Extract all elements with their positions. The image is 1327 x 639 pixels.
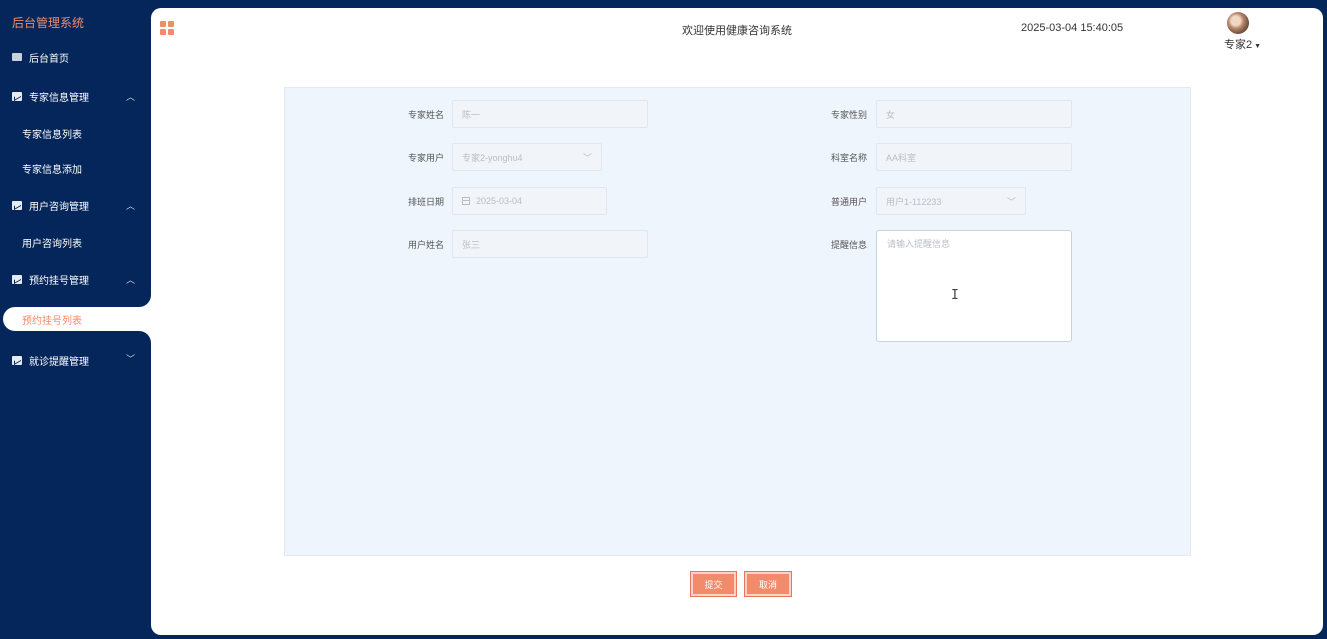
expert-name-value: 陈一 [462,109,481,120]
dept-label: 科室名称 [830,153,867,163]
sub-item-expert-add[interactable]: 专家信息添加 [0,157,151,179]
menu-item-label: 用户咨询管理 [29,201,89,213]
chart-icon [12,91,22,101]
cancel-button[interactable]: 取消 [744,571,792,597]
user-select[interactable]: 用户1-112233 ﹀ [876,187,1026,215]
chevron-up-icon: ︿ [125,275,135,285]
menu-item-home[interactable]: 后台首页 [0,46,151,68]
user-name: 专家2 [1224,39,1253,51]
menu-item-consult[interactable]: 用户咨询管理 ︿ [0,194,151,216]
user-menu[interactable]: 专家2 ▼ [1224,36,1261,52]
user-label: 普通用户 [830,197,867,207]
date-picker[interactable]: 2025-03-04 [452,187,607,215]
dept-field[interactable]: AA科室 [876,143,1072,171]
header-time: 2025-03-04 15:40:05 [1021,22,1124,34]
expert-gender-label: 专家性别 [830,110,867,120]
brand-title: 后台管理系统 [12,16,85,30]
expert-user-value: 专家2-yonghu4 [462,152,523,163]
chart-icon [12,355,22,365]
submit-button[interactable]: 提交 [690,571,737,597]
chart-icon [12,200,22,210]
sub-item-expert-list[interactable]: 专家信息列表 [0,122,151,144]
chevron-down-icon: ﹀ [1006,197,1016,207]
sidebar: 后台管理系统 后台首页 专家信息管理 ︿ 专家信息列表 专家信息添加 用户咨询管… [0,0,151,639]
menu-grid-icon[interactable] [160,21,175,36]
date-label: 排班日期 [407,197,444,207]
menu-item-label: 专家信息管理 [29,92,89,104]
chart-icon [12,274,22,284]
chevron-up-icon: ︿ [125,92,135,102]
form-area: 专家姓名 陈一 专家性别 女 专家用户 专家2-yonghu4 ﹀ 科室名称 A… [284,87,1191,556]
date-value: 2025-03-04 [476,196,523,206]
expert-gender-value: 女 [886,109,896,120]
menu-item-expert-info[interactable]: 专家信息管理 ︿ [0,85,151,107]
user-name-label: 用户姓名 [407,240,444,250]
sub-item-appoint-list[interactable]: 预约挂号列表 [3,307,151,331]
remind-label: 提醒信息 [830,240,867,250]
chevron-up-icon: ︿ [125,201,135,211]
avatar[interactable] [1227,12,1249,34]
dept-value: AA科室 [886,152,917,163]
expert-user-select[interactable]: 专家2-yonghu4 ﹀ [452,143,602,171]
sub-item-consult-list[interactable]: 用户咨询列表 [0,231,151,253]
menu-item-label: 预约挂号管理 [29,275,89,287]
expert-user-label: 专家用户 [407,153,444,163]
caret-down-icon: ▼ [1254,43,1262,50]
chevron-down-icon: ﹀ [582,153,592,163]
expert-gender-field[interactable]: 女 [876,100,1072,128]
calendar-icon [462,197,470,205]
menu-item-remind[interactable]: 就诊提醒管理 ﹀ [0,349,151,371]
main-panel: 欢迎使用健康咨询系统 2025-03-04 15:40:05 专家2 ▼ 专家姓名… [151,8,1323,635]
text-cursor-icon: I [951,288,959,303]
menu-item-appoint[interactable]: 预约挂号管理 ︿ [0,268,151,290]
user-name-value: 张三 [462,239,481,250]
chevron-down-icon: ﹀ [125,354,135,364]
remind-placeholder: 请输入提醒信息 [887,239,951,249]
expert-name-field[interactable]: 陈一 [452,100,648,128]
remind-textarea[interactable]: 请输入提醒信息 [876,230,1072,342]
monitor-icon [12,53,22,61]
user-name-field[interactable]: 张三 [452,230,648,258]
header-title: 欢迎使用健康咨询系统 [682,25,792,37]
menu-item-label: 就诊提醒管理 [29,356,89,368]
active-curve-bottom [139,331,151,343]
active-curve-top [139,295,151,307]
expert-name-label: 专家姓名 [407,110,444,120]
user-value: 用户1-112233 [886,196,942,207]
menu-item-label: 后台首页 [29,53,69,65]
